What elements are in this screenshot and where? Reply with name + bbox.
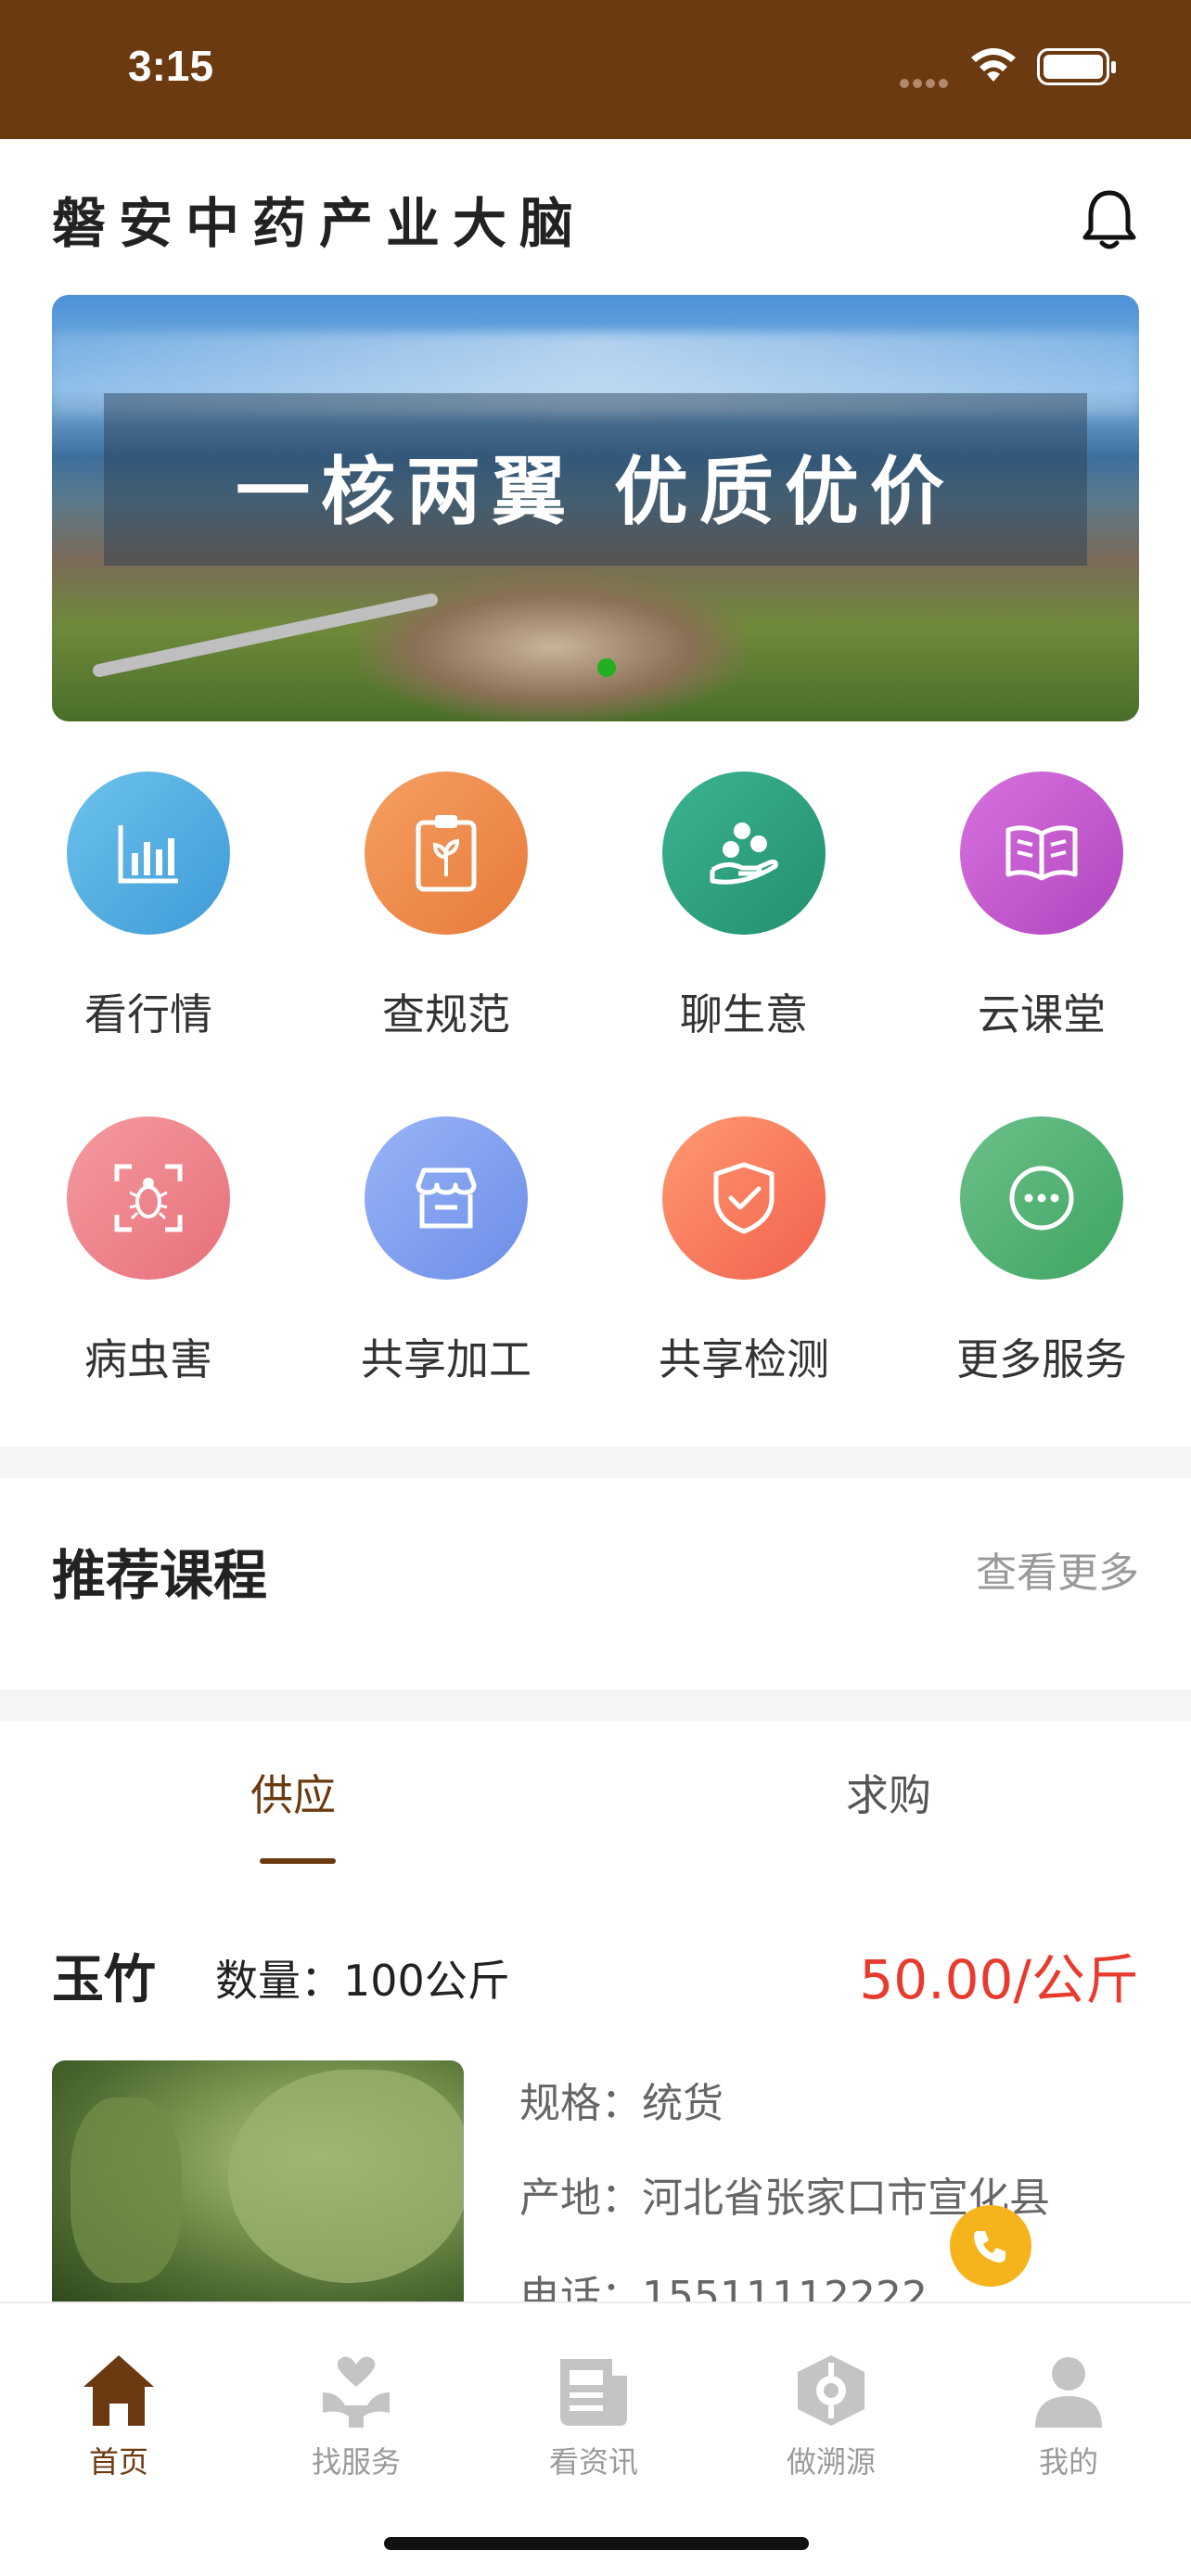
tab-home[interactable]: 首页 bbox=[0, 2340, 237, 2481]
tab-demand[interactable]: 求购 bbox=[846, 1762, 931, 1823]
recommended-courses-title: 推荐课程 bbox=[52, 1544, 268, 1607]
product-price: 50.00/公斤 bbox=[859, 1948, 1139, 2011]
service-label: 共享加工 bbox=[361, 1334, 531, 1384]
battery-icon bbox=[1037, 48, 1116, 85]
tab-find-service[interactable]: 找服务 bbox=[237, 2340, 475, 2481]
tab-supply[interactable]: 供应 bbox=[250, 1762, 336, 1823]
service-check-standards[interactable]: 查规范 bbox=[298, 760, 595, 1066]
product-quantity: 数量：100公斤 bbox=[215, 1956, 510, 2006]
call-button[interactable] bbox=[950, 2205, 1031, 2287]
book-icon bbox=[960, 772, 1123, 935]
home-icon bbox=[0, 2340, 237, 2429]
service-label: 共享检测 bbox=[659, 1334, 829, 1384]
chart-icon bbox=[67, 772, 230, 935]
tab-label: 我的 bbox=[1038, 2444, 1098, 2480]
product-name: 玉竹 bbox=[52, 1950, 156, 2010]
bell-icon[interactable] bbox=[1080, 187, 1139, 252]
tab-label: 做溯源 bbox=[786, 2444, 876, 2480]
tab-traceability[interactable]: 做溯源 bbox=[712, 2340, 950, 2481]
service-market-trends[interactable]: 看行情 bbox=[0, 760, 297, 1066]
wifi-icon bbox=[971, 48, 1016, 82]
clipboard-plant-icon bbox=[365, 772, 528, 935]
product-spec: 规格：统货 bbox=[519, 2080, 724, 2127]
carousel-indicator bbox=[597, 658, 616, 677]
service-cloud-classroom[interactable]: 云课堂 bbox=[893, 760, 1190, 1066]
more-icon bbox=[960, 1116, 1123, 1280]
service-label: 病虫害 bbox=[84, 1334, 212, 1384]
banner-headline: 一核两翼 优质优价 bbox=[236, 449, 955, 535]
service-label: 云课堂 bbox=[978, 989, 1106, 1039]
service-business-chat[interactable]: 聊生意 bbox=[596, 760, 892, 1066]
active-tab-indicator bbox=[260, 1858, 336, 1864]
status-time: 3:15 bbox=[128, 42, 214, 90]
bug-scan-icon bbox=[67, 1116, 230, 1280]
tab-label: 首页 bbox=[88, 2444, 148, 2480]
user-icon bbox=[950, 2340, 1187, 2429]
service-label: 聊生意 bbox=[680, 989, 808, 1039]
see-more-link[interactable]: 查看更多 bbox=[976, 1539, 1139, 1599]
heart-hand-icon bbox=[237, 2340, 475, 2429]
app-title: 磐安中药产业大脑 bbox=[52, 192, 587, 255]
shield-check-icon bbox=[662, 1116, 826, 1280]
signal-icon bbox=[900, 74, 952, 92]
tab-news[interactable]: 看资讯 bbox=[475, 2340, 712, 2481]
status-bar: 3:15 bbox=[0, 0, 1191, 139]
header: 磐安中药产业大脑 bbox=[0, 139, 1191, 297]
news-icon bbox=[475, 2340, 712, 2429]
store-icon bbox=[365, 1116, 528, 1280]
bottom-tab-bar: 首页 找服务 看资讯 做溯源 我的 bbox=[0, 2302, 1191, 2576]
tab-label: 找服务 bbox=[311, 2444, 401, 2480]
service-more[interactable]: 更多服务 bbox=[893, 1105, 1190, 1411]
service-label: 查规范 bbox=[382, 989, 510, 1039]
phone-icon bbox=[974, 2231, 1005, 2263]
service-shared-processing[interactable]: 共享加工 bbox=[298, 1105, 595, 1411]
service-label: 更多服务 bbox=[956, 1334, 1127, 1384]
service-pests[interactable]: 病虫害 bbox=[0, 1105, 297, 1411]
service-label: 看行情 bbox=[84, 989, 212, 1039]
banner-carousel[interactable]: 一核两翼 优质优价 bbox=[52, 295, 1139, 721]
tab-label: 看资讯 bbox=[548, 2444, 638, 2480]
home-indicator bbox=[384, 2537, 809, 2550]
service-shared-testing[interactable]: 共享检测 bbox=[596, 1105, 892, 1411]
handshake-icon bbox=[662, 772, 826, 935]
product-image[interactable] bbox=[52, 2060, 464, 2302]
section-divider bbox=[0, 1690, 1191, 1721]
section-divider bbox=[0, 1447, 1191, 1478]
tab-profile[interactable]: 我的 bbox=[950, 2340, 1187, 2481]
trace-icon bbox=[712, 2340, 950, 2429]
